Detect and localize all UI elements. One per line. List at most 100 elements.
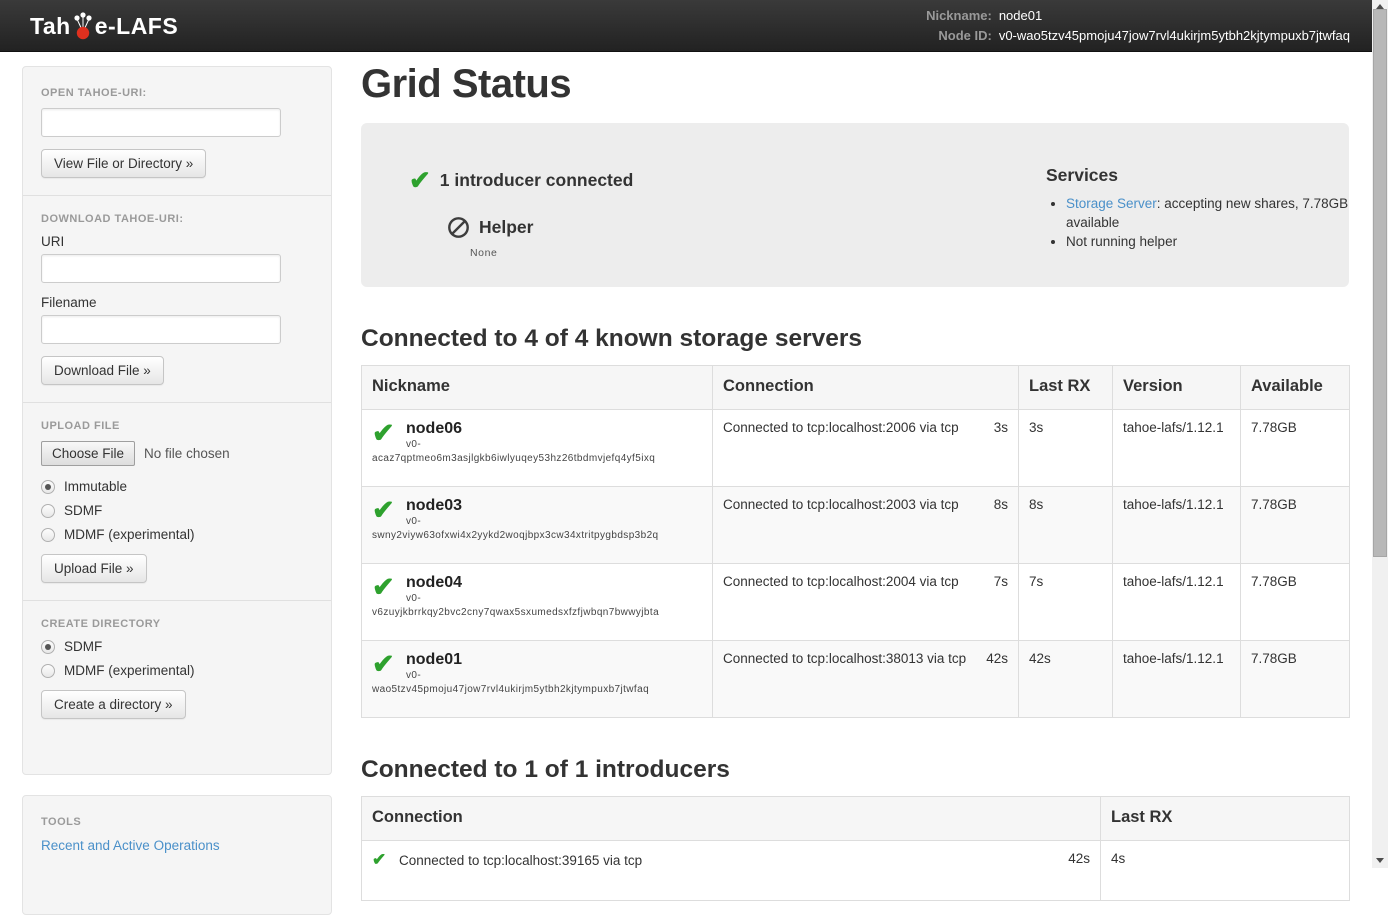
create-directory-button[interactable]: Create a directory » <box>41 690 186 719</box>
tahoe-tree-icon <box>72 11 94 41</box>
last-rx-value: 4s <box>1101 841 1350 901</box>
table-row: node03 v0- swny2viyw63ofxwi4x2yykd2woqjb… <box>362 487 1350 564</box>
server-id-prefix: v0- <box>406 670 702 681</box>
upload-file-label: UPLOAD FILE <box>41 420 313 432</box>
table-row: node01 v0- wao5tzv45pmoju47jow7rvl4ukirj… <box>362 641 1350 718</box>
sidebar-tools-panel: TOOLS Recent and Active Operations <box>22 795 332 915</box>
col-header-connection: Connection <box>362 797 1101 841</box>
connection-age: 42s <box>986 651 1008 666</box>
radio-icon[interactable] <box>41 640 55 654</box>
col-header-version: Version <box>1113 366 1241 410</box>
services-title: Services <box>1046 165 1376 186</box>
radio-label: SDMF <box>64 503 102 518</box>
connection-age: 42s <box>1068 851 1090 866</box>
available-value: 7.78GB <box>1241 410 1350 487</box>
connection-text: Connected to tcp:localhost:39165 via tcp <box>399 853 642 868</box>
no-helper-icon <box>447 216 470 239</box>
check-icon <box>372 419 395 447</box>
download-uri-label: DOWNLOAD TAHOE-URI: <box>41 213 313 225</box>
col-header-lastrx: Last RX <box>1101 797 1350 841</box>
upload-format-option-immutable[interactable]: Immutable <box>41 479 313 494</box>
radio-icon[interactable] <box>41 480 55 494</box>
radio-label: MDMF (experimental) <box>64 663 195 678</box>
dir-format-option-sdmf[interactable]: SDMF <box>41 639 313 654</box>
server-id-prefix: v0- <box>406 516 702 527</box>
node-info: Nickname: node01 Node ID: v0-wao5tzv45pm… <box>926 6 1350 46</box>
page-title: Grid Status <box>361 62 1349 107</box>
no-file-chosen-text: No file chosen <box>144 446 230 461</box>
choose-file-button[interactable]: Choose File <box>41 441 135 466</box>
open-uri-label: OPEN TAHOE-URI: <box>41 87 313 99</box>
logo-text-pre: Tah <box>30 13 71 40</box>
node-id-value: v0-wao5tzv45pmoju47jow7rvl4ukirjm5ytbh2k… <box>999 26 1350 46</box>
col-header-connection: Connection <box>713 366 1019 410</box>
connection-text: Connected to tcp:localhost:2004 via tcp <box>723 574 959 589</box>
version-value: tahoe-lafs/1.12.1 <box>1113 487 1241 564</box>
connection-text: Connected to tcp:localhost:38013 via tcp <box>723 651 966 666</box>
col-header-available: Available <box>1241 366 1350 410</box>
available-value: 7.78GB <box>1241 641 1350 718</box>
dir-format-option-mdmf[interactable]: MDMF (experimental) <box>41 663 313 678</box>
logo-text-post: e-LAFS <box>95 13 179 40</box>
uri-field-label: URI <box>41 234 313 249</box>
server-nickname: node06 <box>406 420 702 438</box>
introducer-status-text: 1 introducer connected <box>440 170 634 191</box>
radio-icon[interactable] <box>41 664 55 678</box>
table-row: 42s Connected to tcp:localhost:39165 via… <box>362 841 1350 901</box>
main-content: Grid Status 1 introducer connected Helpe… <box>361 52 1349 901</box>
divider <box>23 402 331 403</box>
helper-title: Helper <box>479 217 533 238</box>
node-id-label: Node ID: <box>926 26 992 46</box>
storage-servers-heading: Connected to 4 of 4 known storage server… <box>361 325 1349 353</box>
server-id-hash: v6zuyjkbrrkqy2bvc2cny7qwax5sxumedsxfzfjw… <box>372 607 702 618</box>
radio-label: SDMF <box>64 639 102 654</box>
server-id-prefix: v0- <box>406 439 702 450</box>
table-row: node04 v0- v6zuyjkbrrkqy2bvc2cny7qwax5sx… <box>362 564 1350 641</box>
divider <box>23 195 331 196</box>
server-nickname: node04 <box>406 574 702 592</box>
scrollbar-down-icon[interactable] <box>1376 858 1384 863</box>
upload-format-option-mdmf[interactable]: MDMF (experimental) <box>41 527 313 542</box>
top-navbar: Tah e-LAFS Nickname: node01 Node ID: v0-… <box>0 0 1388 52</box>
helper-value: None <box>470 247 498 259</box>
create-directory-label: CREATE DIRECTORY <box>41 618 313 630</box>
last-rx-value: 7s <box>1019 564 1113 641</box>
introducers-heading: Connected to 1 of 1 introducers <box>361 756 1349 784</box>
last-rx-value: 3s <box>1019 410 1113 487</box>
storage-servers-table: Nickname Connection Last RX Version Avai… <box>361 365 1350 718</box>
connection-age: 8s <box>994 497 1008 512</box>
radio-label: Immutable <box>64 479 127 494</box>
page-scrollbar[interactable] <box>1372 0 1388 868</box>
server-nickname: node03 <box>406 497 702 515</box>
last-rx-value: 8s <box>1019 487 1113 564</box>
server-id-hash: swny2viyw63ofxwi4x2yykd2woqjbpx3cw34xtri… <box>372 530 702 541</box>
radio-icon[interactable] <box>41 504 55 518</box>
download-filename-input[interactable] <box>41 315 281 344</box>
sidebar-forms-panel: OPEN TAHOE-URI: View File or Directory »… <box>22 66 332 775</box>
open-uri-input[interactable] <box>41 108 281 137</box>
upload-format-option-sdmf[interactable]: SDMF <box>41 503 313 518</box>
table-row: node06 v0- acaz7qptmeo6m3asjlgkb6iwlyuqe… <box>362 410 1350 487</box>
download-file-button[interactable]: Download File » <box>41 356 164 385</box>
filename-field-label: Filename <box>41 295 313 310</box>
col-header-nickname: Nickname <box>362 366 713 410</box>
scrollbar-thumb[interactable] <box>1373 9 1387 557</box>
radio-icon[interactable] <box>41 528 55 542</box>
check-icon <box>372 496 395 524</box>
tools-label: TOOLS <box>41 816 313 828</box>
nickname-value: node01 <box>999 6 1350 26</box>
radio-label: MDMF (experimental) <box>64 527 195 542</box>
introducers-table: Connection Last RX 42s Connected to tcp:… <box>361 796 1350 901</box>
tahoe-lafs-logo: Tah e-LAFS <box>30 11 178 40</box>
recent-operations-link[interactable]: Recent and Active Operations <box>41 838 220 853</box>
view-file-button[interactable]: View File or Directory » <box>41 149 206 178</box>
upload-file-button[interactable]: Upload File » <box>41 554 147 583</box>
version-value: tahoe-lafs/1.12.1 <box>1113 410 1241 487</box>
divider <box>23 600 331 601</box>
col-header-lastrx: Last RX <box>1019 366 1113 410</box>
connection-text: Connected to tcp:localhost:2006 via tcp <box>723 420 959 435</box>
server-nickname: node01 <box>406 651 702 669</box>
check-icon <box>409 167 431 193</box>
storage-server-link[interactable]: Storage Server <box>1066 196 1157 211</box>
download-uri-input[interactable] <box>41 254 281 283</box>
